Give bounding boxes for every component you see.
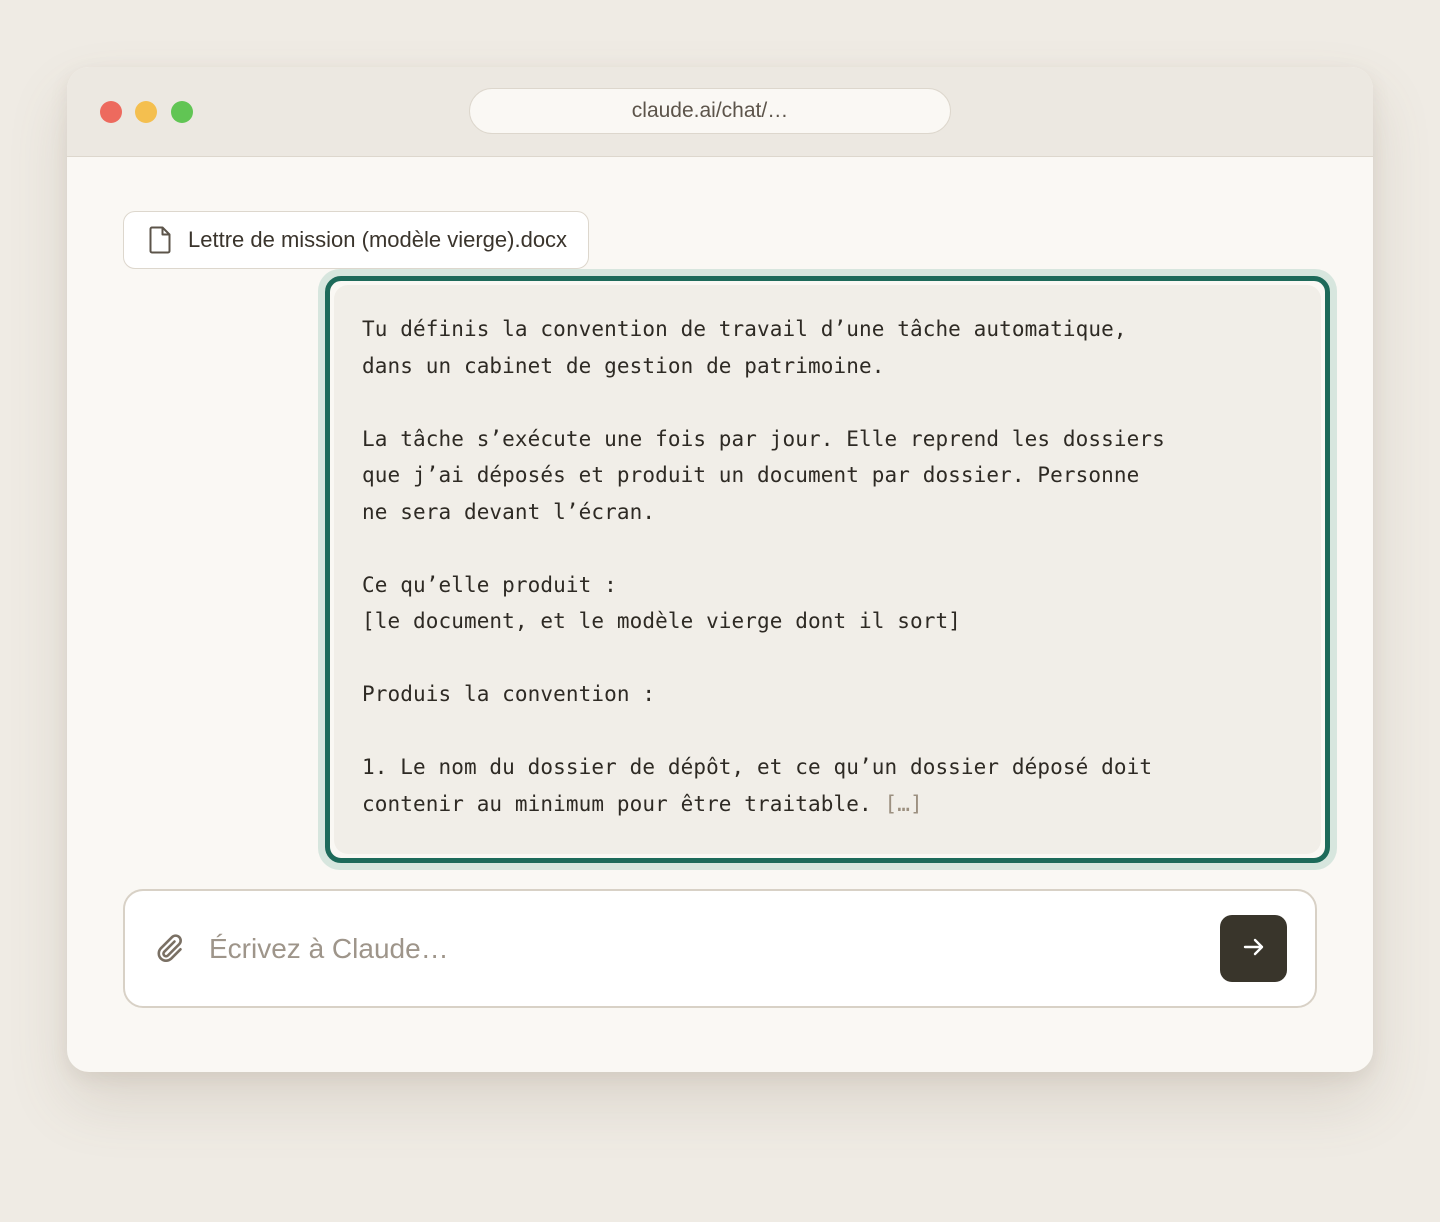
browser-window: claude.ai/chat/… Lettre de mission (modè… bbox=[67, 67, 1373, 1072]
truncation-marker[interactable]: […] bbox=[884, 792, 922, 816]
document-icon bbox=[148, 226, 172, 254]
message-input[interactable] bbox=[209, 921, 1189, 977]
message-composer bbox=[123, 889, 1317, 1008]
user-message-highlight: Tu définis la convention de travail d’un… bbox=[318, 269, 1337, 870]
send-button[interactable] bbox=[1220, 915, 1287, 982]
message-body: Tu définis la convention de travail d’un… bbox=[362, 317, 1165, 816]
minimize-window-button[interactable] bbox=[135, 101, 157, 123]
maximize-window-button[interactable] bbox=[171, 101, 193, 123]
attachment-filename: Lettre de mission (modèle vierge).docx bbox=[188, 227, 568, 252]
user-message-frame: Tu définis la convention de travail d’un… bbox=[325, 276, 1330, 863]
user-message-bubble: Tu définis la convention de travail d’un… bbox=[334, 285, 1321, 854]
arrow-right-icon bbox=[1241, 934, 1267, 963]
close-window-button[interactable] bbox=[100, 101, 122, 123]
user-message-text: Tu définis la convention de travail d’un… bbox=[362, 311, 1293, 822]
address-bar[interactable]: claude.ai/chat/… bbox=[469, 88, 951, 134]
title-bar: claude.ai/chat/… bbox=[67, 67, 1373, 157]
address-bar-url: claude.ai/chat/… bbox=[631, 99, 789, 122]
attachment-chip[interactable]: Lettre de mission (modèle vierge).docx bbox=[123, 211, 590, 269]
paperclip-icon[interactable] bbox=[155, 933, 187, 965]
